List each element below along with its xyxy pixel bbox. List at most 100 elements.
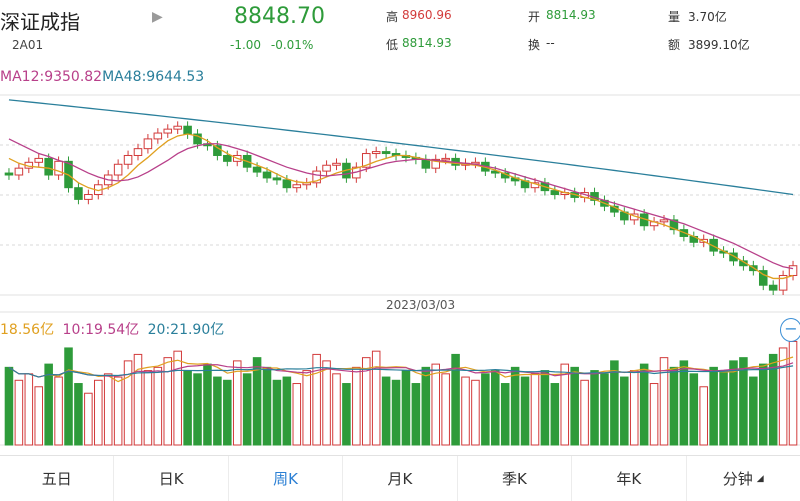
volume-bar [391,379,401,446]
volume-bar [610,360,619,446]
volume-bar [530,373,540,446]
candle-body [768,284,778,291]
candle-body [163,128,173,134]
volume-bar [84,392,93,446]
candle-body [54,160,63,176]
volume-bar [401,370,411,446]
volume-bar [669,366,679,446]
volume-bar [153,366,163,446]
candle-body [14,167,24,176]
volume-bar [173,350,182,446]
volume-bar [94,379,103,446]
volume-bar [709,366,718,446]
candle-body [371,151,381,155]
volume-bar [689,373,699,446]
volume-bar [322,360,331,446]
candle-body [262,171,272,179]
volume-bar [719,370,728,446]
volume-bar [560,363,570,446]
volume-bar [54,376,63,446]
dropdown-corner-icon: ◢ [756,473,764,484]
volume-bar [431,363,441,446]
volume-bar [649,383,659,446]
candle-body [272,177,282,181]
volume-bar [242,373,252,446]
volume-bar [580,379,589,446]
tab-quarterly[interactable]: 季K [458,456,573,501]
volume-bar [332,373,341,446]
candle-body [292,184,302,189]
candle-body [183,125,192,135]
candle-body [113,163,123,176]
volume-bar [193,373,202,446]
volume-bar [292,383,302,446]
candle-body [332,162,341,166]
period-tabs: 五日 日K 周K 月K 季K 年K 分钟 ◢ [0,455,800,501]
tab-monthly[interactable]: 月K [343,456,458,501]
candle-body [550,190,560,196]
volume-bar [778,347,788,446]
candle-body [223,154,232,162]
tab-weekly[interactable]: 周K [229,456,344,501]
candle-body [44,157,53,176]
candle-body [421,158,431,169]
candle-body [252,166,262,173]
volume-bar [103,373,113,446]
vma10-legend: 10:19.54亿 [62,322,140,338]
volume-bar [590,370,599,446]
volume-bar [550,383,560,446]
candle-body [788,265,798,276]
volume-bar [143,370,153,446]
volume-bar [758,363,768,446]
volume-bar [471,379,480,446]
volume-bar [639,363,649,446]
volume-bar [540,370,550,446]
tab-yearly[interactable]: 年K [572,456,687,501]
volume-bar [510,366,520,446]
vma20-legend: 20:21.90亿 [147,322,225,338]
volume-bar [14,379,24,446]
volume-bar [282,376,292,446]
tab-minute[interactable]: 分钟 ◢ [687,456,800,501]
candle-body [381,151,391,155]
candle-body [322,164,331,172]
volume-bar [739,357,748,446]
volume-bar [520,376,530,446]
crosshair-date: 2023/03/03 [386,298,456,312]
volume-bar [302,370,311,446]
volume-bar [113,376,123,446]
candle-body [4,172,14,176]
volume-bar [272,379,282,446]
vma5-legend: 18.56亿 [0,322,55,338]
volume-bar [342,383,351,446]
tab-minute-label: 分钟 [722,470,753,488]
kline-chart[interactable] [0,0,800,455]
volume-bar [232,360,242,446]
volume-bar [44,363,53,446]
candle-body [153,132,163,140]
volume-bar [24,373,34,446]
volume-bar [629,370,639,446]
volume-bar [371,350,381,446]
zoom-out-icon[interactable]: − [780,318,800,342]
volume-bar [411,383,421,446]
volume-bar [183,370,192,446]
volume-bar [620,376,629,446]
candle-body [34,157,44,163]
volume-bar [699,386,708,446]
volume-bar [262,366,272,446]
volume-bar [74,383,83,446]
volume-bar [203,363,212,446]
volume-bar [729,360,738,446]
volume-bar [570,366,579,446]
tab-5day[interactable]: 五日 [0,456,115,501]
candle-body [282,179,292,189]
volume-bar [461,376,470,446]
volume-bar [679,360,689,446]
volume-bar [421,366,431,446]
volume-bar [491,370,500,446]
volume-bar [500,383,510,446]
candle-body [441,157,450,161]
volume-bar [133,353,143,446]
tab-daily[interactable]: 日K [114,456,229,501]
